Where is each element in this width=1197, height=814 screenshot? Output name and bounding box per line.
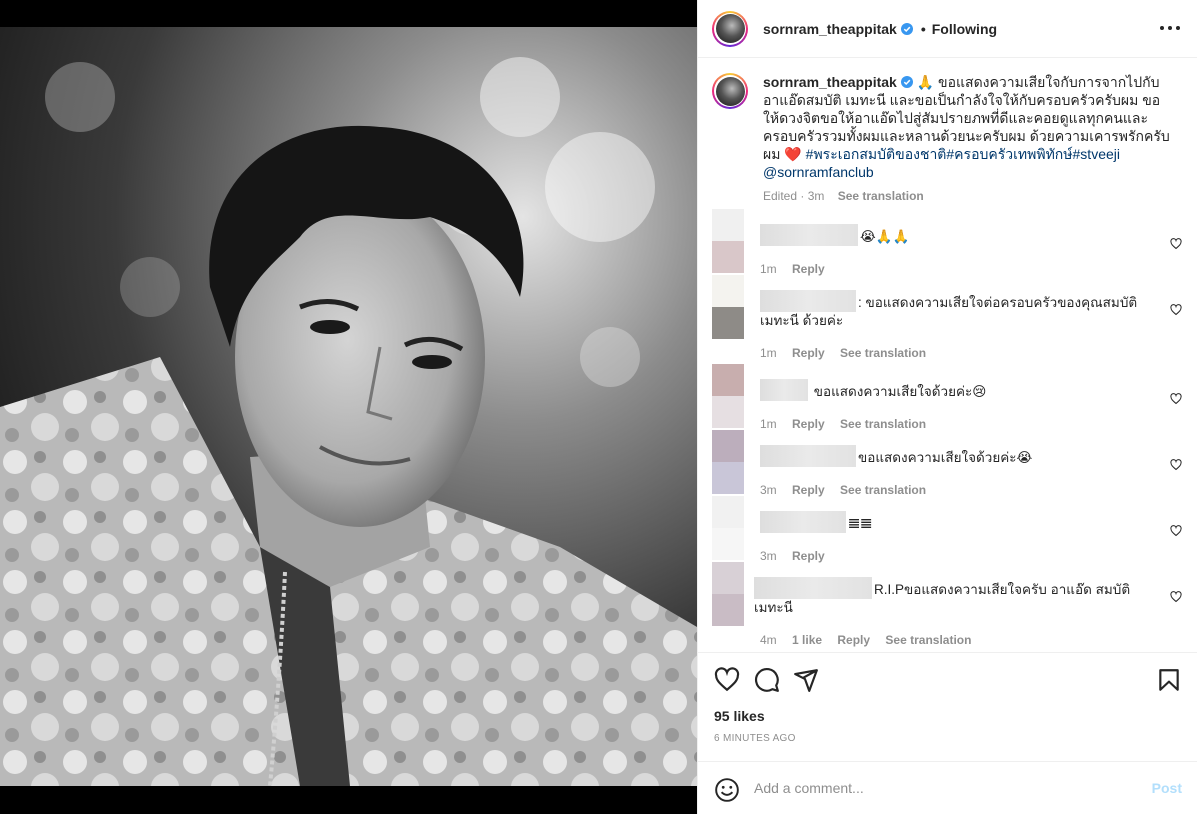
caption-time: Edited · 3m: [763, 189, 825, 203]
reply-button[interactable]: Reply: [837, 633, 870, 647]
post-sidebar: sornram_theappitak • Following sornram_t…: [697, 0, 1197, 814]
instagram-post: sornram_theappitak • Following sornram_t…: [0, 0, 1197, 814]
like-heart-icon[interactable]: [714, 667, 740, 693]
post-timestamp: 6 MINUTES AGO: [714, 733, 796, 744]
comment-text: ขอแสดงความเสียใจด้วยค่ะ😭: [858, 450, 1033, 465]
likes-count[interactable]: 95 likes: [714, 708, 765, 724]
comment-time: 4m: [760, 633, 777, 647]
comment-meta: 1m Reply: [760, 260, 1145, 278]
bookmark-icon[interactable]: [1156, 667, 1182, 693]
see-translation-link[interactable]: See translation: [840, 346, 926, 360]
comment-avatar[interactable]: [712, 562, 744, 626]
comment-time: 3m: [760, 483, 777, 497]
comment-time: 1m: [760, 417, 777, 431]
comment-avatar[interactable]: [712, 430, 744, 494]
see-translation-link[interactable]: See translation: [838, 189, 924, 203]
comment-meta: 1m Reply See translation: [760, 344, 1145, 362]
comment-time: 1m: [760, 346, 777, 360]
more-options-icon[interactable]: [1160, 20, 1180, 36]
caption-avatar[interactable]: [712, 73, 748, 109]
reply-button[interactable]: Reply: [792, 346, 825, 360]
heart-icon[interactable]: [1170, 393, 1182, 405]
see-translation-link[interactable]: See translation: [885, 633, 971, 647]
caption-body: sornram_theappitak 🙏 ขอแสดงความเสียใจกับ…: [763, 73, 1173, 205]
comment-body: : ขอแสดงความเสียใจต่อครอบครัวของคุณสมบัต…: [760, 290, 1145, 362]
reply-button[interactable]: Reply: [792, 262, 825, 276]
redacted-username: [760, 224, 858, 246]
post-media[interactable]: [0, 0, 697, 814]
comment-avatar[interactable]: [712, 496, 744, 560]
comment-text: 𝌆𝌆: [848, 516, 873, 531]
comment-text: 😭🙏🙏: [860, 229, 910, 244]
caption-mention[interactable]: @sornramfanclub: [763, 164, 874, 180]
comment-icon[interactable]: [754, 667, 780, 693]
heart-icon[interactable]: [1170, 525, 1182, 537]
comment-meta: 4m 1 like Reply See translation: [760, 631, 1146, 649]
heart-icon[interactable]: [1170, 238, 1182, 250]
following-button[interactable]: Following: [932, 21, 997, 37]
see-translation-link[interactable]: See translation: [840, 417, 926, 431]
emoji-icon[interactable]: [714, 777, 740, 803]
comment-avatar[interactable]: [712, 209, 744, 273]
comment-avatar[interactable]: [712, 275, 744, 339]
redacted-username: [760, 511, 846, 533]
post-header: sornram_theappitak • Following: [698, 0, 1197, 58]
comment-meta: 3m Reply: [760, 547, 1145, 565]
reply-button[interactable]: Reply: [792, 483, 825, 497]
comment-body: ขอแสดงความเสียใจด้วยค่ะ😭 3m Reply See tr…: [760, 445, 1145, 499]
comment-body: 😭🙏🙏 1m Reply: [760, 224, 1145, 278]
redacted-username: [760, 379, 808, 401]
post-photo[interactable]: [0, 27, 697, 786]
comment-body: ขอแสดงความเสียใจด้วยค่ะ😢 1m Reply See tr…: [760, 379, 1145, 433]
comment-text: ขอแสดงความเสียใจด้วยค่ะ😢: [810, 384, 987, 399]
caption-heart: ❤️: [784, 146, 802, 162]
post-caption: sornram_theappitak 🙏 ขอแสดงความเสียใจกับ…: [712, 73, 1182, 205]
redacted-username: [754, 577, 872, 599]
comment-meta: 1m Reply See translation: [760, 415, 1145, 433]
redacted-username: [760, 290, 856, 312]
caption-username[interactable]: sornram_theappitak: [763, 74, 897, 90]
caption-emoji: 🙏: [916, 74, 935, 90]
heart-icon[interactable]: [1170, 591, 1182, 603]
reply-button[interactable]: Reply: [792, 549, 825, 563]
caption-hashtags[interactable]: #พระเอกสมบัติของชาติ#ครอบครัวเทพพิทักษ์#…: [802, 146, 1120, 162]
comment-body: R.I.Pขอแสดงความเสียใจครับ อาแอ๊ด สมบัติ …: [754, 577, 1146, 649]
comment-time: 3m: [760, 549, 777, 563]
post-actions: 95 likes 6 MINUTES AGO: [698, 655, 1197, 755]
comment-time: 1m: [760, 262, 777, 276]
heart-icon[interactable]: [1170, 304, 1182, 316]
comments-section[interactable]: sornram_theappitak 🙏 ขอแสดงความเสียใจกับ…: [698, 59, 1197, 653]
verified-badge-icon: [900, 76, 913, 88]
caption-meta: Edited · 3m See translation: [763, 187, 1173, 205]
verified-badge-icon: [900, 22, 913, 35]
comment-avatar[interactable]: [712, 364, 744, 428]
portrait-photo: [0, 27, 697, 786]
comment-body: 𝌆𝌆 3m Reply: [760, 511, 1145, 565]
add-comment-bar: Post: [698, 761, 1197, 814]
header-separator: •: [920, 20, 926, 37]
comment-meta: 3m Reply See translation: [760, 481, 1145, 499]
post-comment-button[interactable]: Post: [1152, 780, 1182, 796]
see-translation-link[interactable]: See translation: [840, 483, 926, 497]
heart-icon[interactable]: [1170, 459, 1182, 471]
redacted-username: [760, 445, 856, 467]
comment-input[interactable]: [754, 776, 1134, 800]
share-icon[interactable]: [793, 667, 819, 693]
reply-button[interactable]: Reply: [792, 417, 825, 431]
author-username[interactable]: sornram_theappitak: [763, 21, 897, 37]
author-avatar[interactable]: [712, 10, 748, 47]
comment-likes[interactable]: 1 like: [792, 633, 822, 647]
